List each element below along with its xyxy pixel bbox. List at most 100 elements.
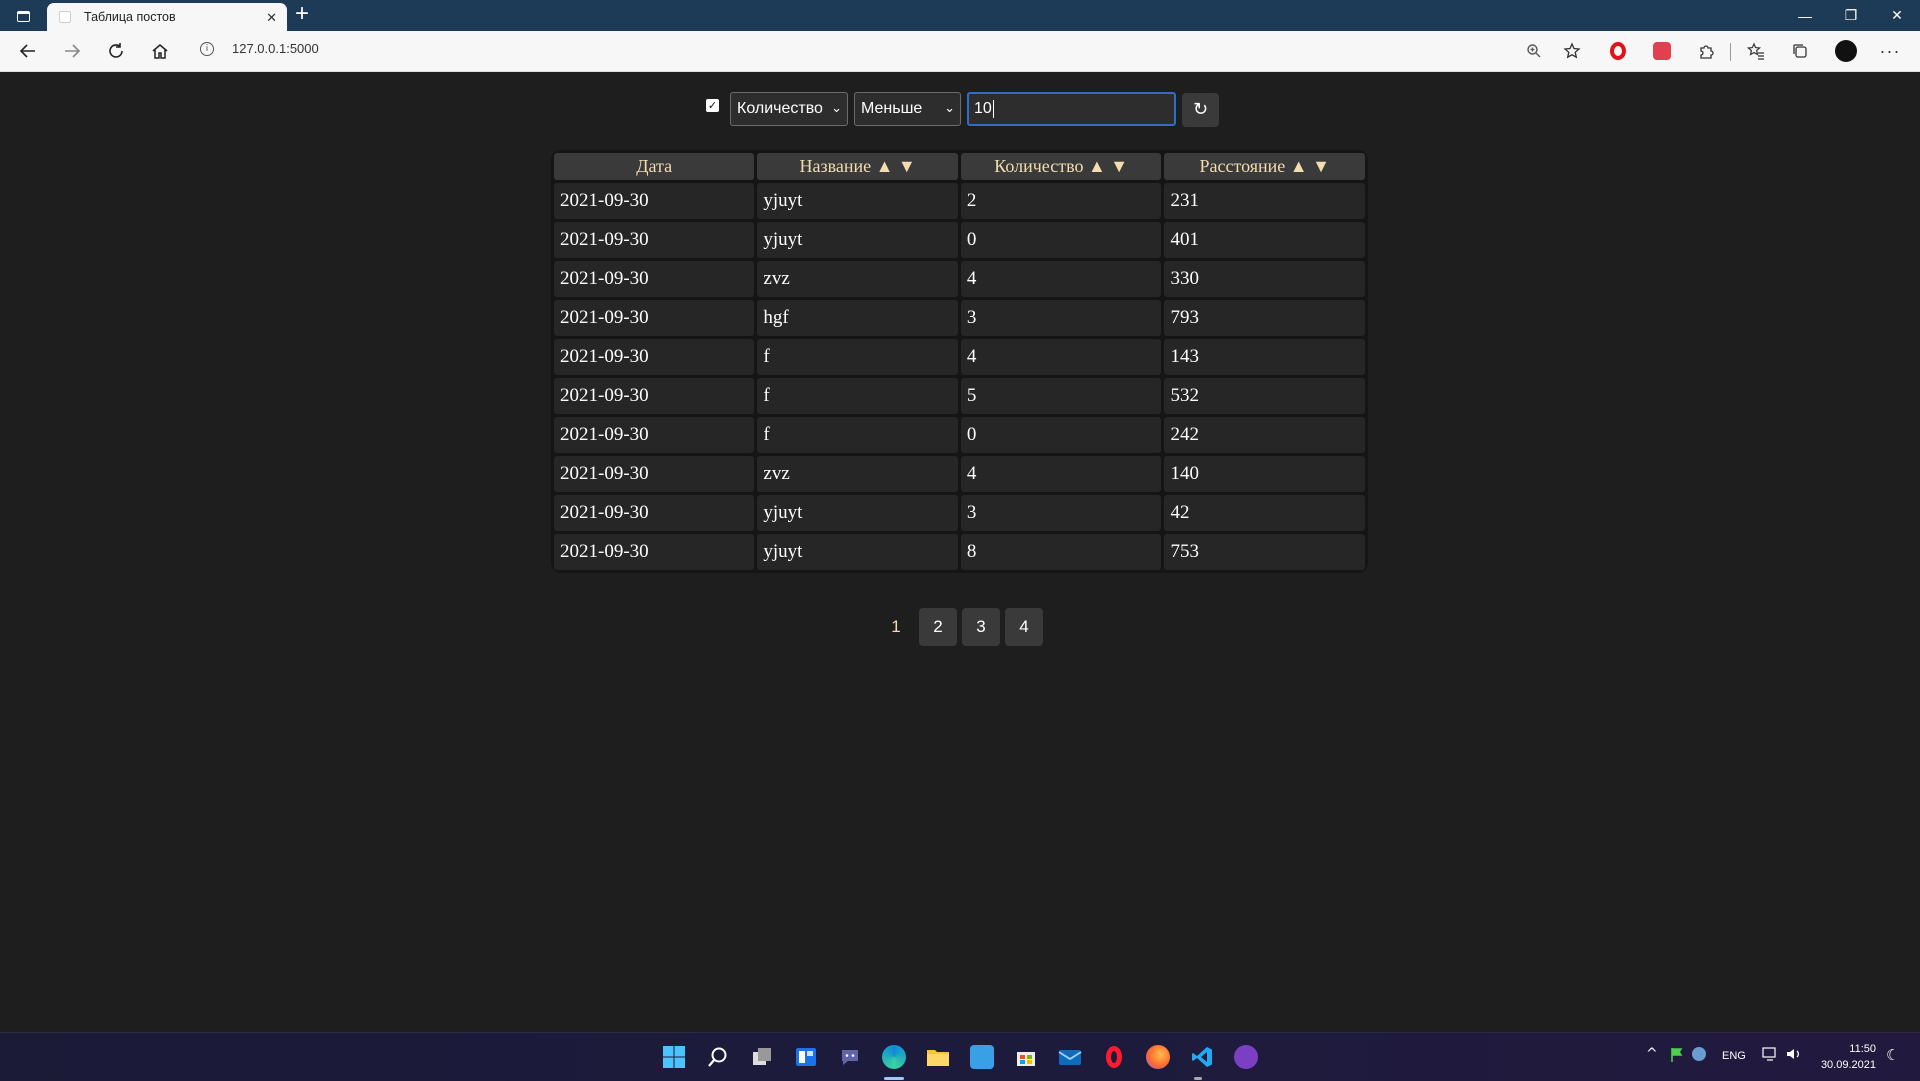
system-clock[interactable]: 11:50 30.09.2021 bbox=[1820, 1041, 1876, 1073]
cell-quantity: 4 bbox=[960, 456, 1162, 492]
cell-quantity: 4 bbox=[960, 261, 1162, 297]
page-button-3[interactable]: 3 bbox=[962, 608, 1000, 646]
header-distance-sort[interactable]: Расстояние ▲ ▼ bbox=[1164, 153, 1365, 180]
close-window-button[interactable]: ✕ bbox=[1874, 0, 1920, 31]
cell-quantity: 5 bbox=[960, 378, 1162, 414]
windows-taskbar: ^ ENG 11:50 30.09.2021 ☾ bbox=[0, 1032, 1920, 1081]
page-button-2[interactable]: 2 bbox=[919, 608, 957, 646]
cell-date: 2021-09-30 bbox=[554, 183, 755, 219]
page-button-4[interactable]: 4 bbox=[1005, 608, 1043, 646]
focus-assist-moon-icon[interactable]: ☾ bbox=[1886, 1046, 1899, 1064]
task-view-button[interactable] bbox=[746, 1041, 778, 1073]
cell-date: 2021-09-30 bbox=[554, 378, 755, 414]
search-button[interactable] bbox=[702, 1041, 734, 1073]
cell-date: 2021-09-30 bbox=[554, 456, 755, 492]
steam-tray-icon[interactable] bbox=[1692, 1047, 1706, 1061]
cell-date: 2021-09-30 bbox=[554, 534, 755, 570]
opera-button[interactable] bbox=[1098, 1041, 1130, 1073]
extensions-icon[interactable] bbox=[1694, 39, 1718, 63]
address-toolbar: i 127.0.0.1:5000 ··· bbox=[0, 31, 1920, 72]
favorites-icon[interactable] bbox=[1744, 39, 1768, 63]
page-button-1[interactable]: 1 bbox=[877, 608, 915, 646]
vscode-button[interactable] bbox=[1186, 1041, 1218, 1073]
cell-distance: 330 bbox=[1164, 261, 1365, 297]
cell-name: f bbox=[757, 339, 958, 375]
search-icon bbox=[708, 1047, 727, 1067]
firefox-icon bbox=[1146, 1045, 1170, 1069]
language-indicator[interactable]: ENG bbox=[1722, 1050, 1746, 1062]
back-button[interactable] bbox=[14, 37, 42, 65]
file-explorer-button[interactable] bbox=[922, 1041, 954, 1073]
toolbar-divider bbox=[1730, 43, 1731, 61]
cell-name: yjuyt bbox=[757, 222, 958, 258]
cell-name: yjuyt bbox=[757, 534, 958, 570]
teams-chat-icon bbox=[842, 1050, 858, 1065]
cell-name: yjuyt bbox=[757, 183, 958, 219]
filter-enabled-checkbox[interactable]: ✓ bbox=[706, 99, 719, 112]
new-tab-button[interactable]: + bbox=[295, 0, 309, 28]
cell-distance: 242 bbox=[1164, 417, 1365, 453]
cell-distance: 532 bbox=[1164, 378, 1365, 414]
cell-date: 2021-09-30 bbox=[554, 222, 755, 258]
filter-condition-value: Меньше bbox=[861, 100, 923, 117]
table-row: 2021-09-30 f 0 242 bbox=[554, 417, 1365, 453]
header-name-sort[interactable]: Название ▲ ▼ bbox=[757, 153, 958, 180]
add-favorite-icon[interactable] bbox=[1560, 39, 1584, 63]
github-desktop-button[interactable] bbox=[1230, 1041, 1262, 1073]
browser-tab[interactable]: Таблица постов ✕ bbox=[47, 3, 287, 31]
filter-value-text: 10 bbox=[974, 100, 992, 117]
more-menu-icon[interactable]: ··· bbox=[1878, 39, 1902, 63]
zoom-icon[interactable] bbox=[1522, 39, 1546, 63]
url-field[interactable]: 127.0.0.1:5000 bbox=[232, 41, 319, 56]
cell-date: 2021-09-30 bbox=[554, 495, 755, 531]
site-info-icon[interactable]: i bbox=[200, 42, 214, 56]
cell-distance: 793 bbox=[1164, 300, 1365, 336]
table-row: 2021-09-30 hgf 3 793 bbox=[554, 300, 1365, 336]
tray-overflow-chevron-icon[interactable]: ^ bbox=[1646, 1046, 1658, 1062]
cell-date: 2021-09-30 bbox=[554, 417, 755, 453]
collections-icon[interactable] bbox=[1788, 39, 1812, 63]
firefox-button[interactable] bbox=[1142, 1041, 1174, 1073]
filter-column-value: Количество bbox=[737, 100, 823, 117]
pagination: 1 2 3 4 bbox=[0, 608, 1920, 648]
flag-tray-icon[interactable] bbox=[1670, 1047, 1684, 1066]
table-row: 2021-09-30 yjuyt 3 42 bbox=[554, 495, 1365, 531]
store-button[interactable] bbox=[1010, 1041, 1042, 1073]
profile-avatar[interactable] bbox=[1834, 39, 1858, 63]
table-header-row: Дата Название ▲ ▼ Количество ▲ ▼ Расстоя… bbox=[554, 153, 1365, 180]
chevron-down-icon: ⌄ bbox=[831, 101, 842, 116]
cell-name: zvz bbox=[757, 261, 958, 297]
restore-button[interactable]: ❐ bbox=[1828, 0, 1874, 31]
home-button[interactable] bbox=[146, 37, 174, 65]
cell-name: yjuyt bbox=[757, 495, 958, 531]
filter-value-input[interactable]: 10 bbox=[967, 92, 1176, 126]
mail-button[interactable] bbox=[1054, 1041, 1086, 1073]
table-row: 2021-09-30 zvz 4 140 bbox=[554, 456, 1365, 492]
refresh-button[interactable]: ↻ bbox=[1182, 93, 1219, 127]
edge-taskbar-button[interactable] bbox=[878, 1041, 910, 1073]
opera-extension-icon[interactable] bbox=[1606, 39, 1630, 63]
cell-quantity: 0 bbox=[960, 222, 1162, 258]
volume-icon[interactable] bbox=[1786, 1047, 1802, 1064]
network-icon[interactable] bbox=[1762, 1047, 1778, 1064]
pdf-extension-icon[interactable] bbox=[1650, 39, 1674, 63]
minimize-button[interactable]: — bbox=[1782, 0, 1828, 31]
start-button[interactable] bbox=[658, 1041, 690, 1073]
widgets-button[interactable] bbox=[790, 1041, 822, 1073]
filter-column-select[interactable]: Количество ⌄ bbox=[730, 92, 848, 126]
control-panel-button[interactable] bbox=[966, 1041, 998, 1073]
cell-distance: 42 bbox=[1164, 495, 1365, 531]
tab-actions-button[interactable] bbox=[8, 4, 38, 28]
cell-date: 2021-09-30 bbox=[554, 300, 755, 336]
table-row: 2021-09-30 zvz 4 330 bbox=[554, 261, 1365, 297]
chat-button[interactable] bbox=[834, 1041, 866, 1073]
tab-close-icon[interactable]: ✕ bbox=[266, 10, 277, 26]
cell-date: 2021-09-30 bbox=[554, 261, 755, 297]
table-row: 2021-09-30 yjuyt 0 401 bbox=[554, 222, 1365, 258]
tab-actions-icon bbox=[16, 10, 30, 22]
forward-button[interactable] bbox=[58, 37, 86, 65]
filter-condition-select[interactable]: Меньше ⌄ bbox=[854, 92, 961, 126]
reload-button[interactable] bbox=[102, 37, 130, 65]
header-quantity-sort[interactable]: Количество ▲ ▼ bbox=[960, 153, 1162, 180]
cell-name: zvz bbox=[757, 456, 958, 492]
